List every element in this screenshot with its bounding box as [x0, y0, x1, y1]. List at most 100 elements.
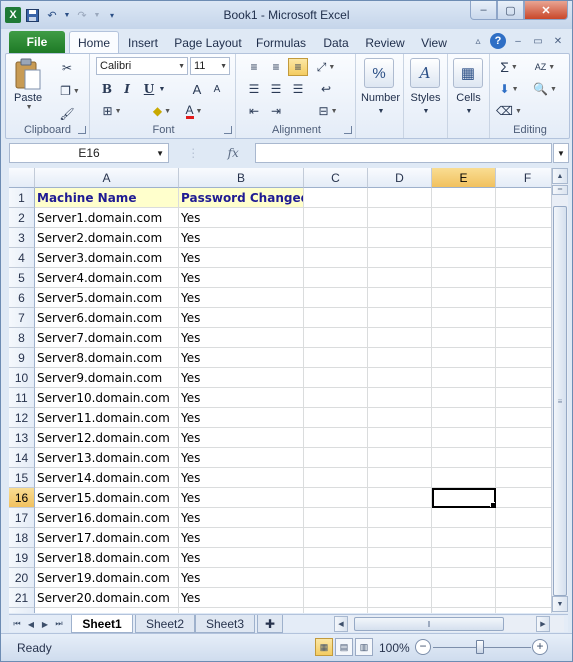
align-bottom-icon[interactable]: ≡ [288, 58, 308, 76]
wrap-text-icon[interactable]: ↩ [314, 80, 338, 98]
cell-a17[interactable]: Server16.domain.com [35, 508, 179, 528]
cell-f12[interactable] [496, 408, 551, 428]
horizontal-scroll-thumb[interactable]: ‖ [354, 617, 504, 631]
cell-d11[interactable] [368, 388, 432, 408]
grow-font-button[interactable]: A [188, 80, 206, 98]
cell-c10[interactable] [304, 368, 368, 388]
format-painter-icon[interactable]: 🖌 [56, 104, 78, 124]
cell-d20[interactable] [368, 568, 432, 588]
column-header-a[interactable]: A [35, 168, 179, 188]
cell-c16[interactable] [304, 488, 368, 508]
cell-b19[interactable]: Yes [179, 548, 304, 568]
column-header-c[interactable]: C [304, 168, 368, 188]
cell-f16[interactable] [496, 488, 551, 508]
cell-f13[interactable] [496, 428, 551, 448]
cell-d21[interactable] [368, 588, 432, 608]
zoom-in-button[interactable]: + [532, 639, 548, 655]
cell-a9[interactable]: Server8.domain.com [35, 348, 179, 368]
borders-icon[interactable]: ⊞ ▼ [98, 102, 126, 120]
vertical-scroll-thumb[interactable]: ≡ [553, 206, 567, 596]
insert-sheet-icon[interactable]: ✚ [257, 615, 283, 633]
font-color-button[interactable]: A ▼ [180, 102, 208, 120]
cell-d7[interactable] [368, 308, 432, 328]
cell-e15[interactable] [432, 468, 496, 488]
cell-a1[interactable]: Machine Name [35, 188, 179, 208]
merge-center-icon[interactable]: ⊟ ▼ [314, 102, 342, 120]
row-header[interactable]: 22 [9, 608, 35, 613]
cell-a14[interactable]: Server13.domain.com [35, 448, 179, 468]
help-icon[interactable]: ? [490, 33, 506, 49]
cell-e16[interactable] [432, 488, 496, 508]
row-header[interactable]: 11 [9, 388, 35, 408]
scroll-down-icon[interactable]: ▼ [552, 596, 568, 612]
column-header-b[interactable]: B [179, 168, 304, 188]
cell-e17[interactable] [432, 508, 496, 528]
cell-d17[interactable] [368, 508, 432, 528]
cell-e22[interactable] [432, 608, 496, 613]
minimize-button[interactable]: – [470, 1, 497, 20]
cell-a8[interactable]: Server7.domain.com [35, 328, 179, 348]
cell-f19[interactable] [496, 548, 551, 568]
cell-a2[interactable]: Server1.domain.com [35, 208, 179, 228]
cell-c3[interactable] [304, 228, 368, 248]
sort-filter-button[interactable]: AZ ▼ [528, 58, 562, 76]
cell-f1[interactable] [496, 188, 551, 208]
cell-d10[interactable] [368, 368, 432, 388]
select-all-corner[interactable] [9, 168, 35, 188]
clear-icon[interactable]: ⌫ ▼ [494, 102, 524, 120]
first-sheet-icon[interactable]: ⏮ [11, 617, 23, 631]
paste-button[interactable]: Paste ▼ [14, 58, 42, 111]
cell-f2[interactable] [496, 208, 551, 228]
cell-d4[interactable] [368, 248, 432, 268]
cell-b5[interactable]: Yes [179, 268, 304, 288]
cell-f7[interactable] [496, 308, 551, 328]
cell-e3[interactable] [432, 228, 496, 248]
page-break-view-icon[interactable]: ▥ [355, 638, 373, 656]
cell-c11[interactable] [304, 388, 368, 408]
alignment-launcher-icon[interactable] [344, 126, 352, 134]
cell-f17[interactable] [496, 508, 551, 528]
cell-c12[interactable] [304, 408, 368, 428]
cell-c21[interactable] [304, 588, 368, 608]
cell-c7[interactable] [304, 308, 368, 328]
orientation-icon[interactable]: ⤢ ▼ [314, 58, 338, 76]
last-sheet-icon[interactable]: ⏭ [53, 617, 65, 631]
row-header[interactable]: 5 [9, 268, 35, 288]
cell-e6[interactable] [432, 288, 496, 308]
cell-f21[interactable] [496, 588, 551, 608]
copy-icon[interactable]: ❐ ▼ [56, 81, 84, 101]
underline-dropdown-icon[interactable]: ▼ [158, 80, 166, 98]
decrease-indent-icon[interactable]: ⇤ [244, 102, 264, 120]
cell-d5[interactable] [368, 268, 432, 288]
close-button[interactable]: ✕ [524, 1, 568, 20]
cell-c8[interactable] [304, 328, 368, 348]
cell-b10[interactable]: Yes [179, 368, 304, 388]
cell-b11[interactable]: Yes [179, 388, 304, 408]
cell-a21[interactable]: Server20.domain.com [35, 588, 179, 608]
sheet-tab-sheet1[interactable]: Sheet1 [71, 615, 133, 633]
cell-e18[interactable] [432, 528, 496, 548]
cell-b12[interactable]: Yes [179, 408, 304, 428]
cell-d6[interactable] [368, 288, 432, 308]
cell-b16[interactable]: Yes [179, 488, 304, 508]
bold-button[interactable]: B [98, 80, 116, 98]
cell-e5[interactable] [432, 268, 496, 288]
cell-d3[interactable] [368, 228, 432, 248]
formula-input[interactable] [255, 143, 552, 163]
fill-color-icon[interactable]: ◆ ▼ [148, 102, 176, 120]
cell-a20[interactable]: Server19.domain.com [35, 568, 179, 588]
cell-a3[interactable]: Server2.domain.com [35, 228, 179, 248]
column-header-d[interactable]: D [368, 168, 432, 188]
cell-d19[interactable] [368, 548, 432, 568]
number-dropdown-icon[interactable]: ▼ [376, 106, 386, 116]
cell-f9[interactable] [496, 348, 551, 368]
cell-c17[interactable] [304, 508, 368, 528]
workbook-close-icon[interactable]: ✕ [550, 33, 566, 49]
cell-f5[interactable] [496, 268, 551, 288]
row-header[interactable]: 9 [9, 348, 35, 368]
cell-d1[interactable] [368, 188, 432, 208]
cell-e14[interactable] [432, 448, 496, 468]
row-header[interactable]: 14 [9, 448, 35, 468]
cell-b22[interactable] [179, 608, 304, 613]
cell-a13[interactable]: Server12.domain.com [35, 428, 179, 448]
